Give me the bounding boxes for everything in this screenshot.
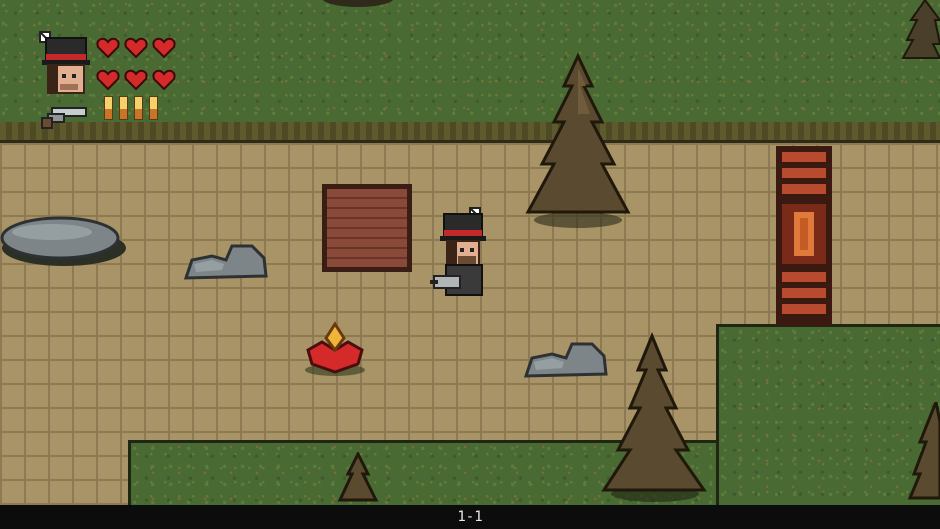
grass-area-right bbox=[716, 324, 940, 505]
tree-sprite bbox=[908, 402, 940, 500]
door-sprite[interactable] bbox=[774, 146, 834, 326]
heart-icon bbox=[124, 69, 148, 90]
player-hud bbox=[38, 30, 188, 130]
status-bar: 1-1 bbox=[0, 505, 940, 529]
tree-sprite bbox=[601, 332, 707, 502]
ammo-counter bbox=[104, 96, 164, 124]
health-pickup-sprite[interactable] bbox=[302, 320, 368, 378]
player-portrait bbox=[39, 31, 90, 94]
ammo-shell-icon bbox=[119, 96, 128, 120]
tree-sprite bbox=[322, 0, 394, 7]
crate-sprite[interactable] bbox=[320, 182, 414, 274]
tree-sprite bbox=[337, 452, 379, 502]
health-hearts bbox=[96, 36, 182, 100]
heart-icon bbox=[124, 37, 148, 58]
rock-sprite bbox=[523, 342, 608, 378]
ammo-shell-icon bbox=[104, 96, 113, 120]
heart-icon bbox=[152, 69, 176, 90]
game-viewport[interactable] bbox=[0, 0, 940, 505]
level-indicator: 1-1 bbox=[457, 509, 483, 525]
ammo-shell-icon bbox=[134, 96, 143, 120]
tree-sprite bbox=[901, 0, 940, 59]
heart-icon bbox=[152, 37, 176, 58]
ammo-shell-icon bbox=[149, 96, 158, 120]
rock-sprite bbox=[183, 244, 268, 280]
player-character bbox=[430, 207, 486, 296]
heart-icon bbox=[96, 69, 120, 90]
boulder-sprite bbox=[0, 216, 126, 266]
tree-sprite bbox=[525, 52, 631, 228]
heart-icon bbox=[96, 37, 120, 58]
revolver-icon bbox=[41, 107, 87, 129]
